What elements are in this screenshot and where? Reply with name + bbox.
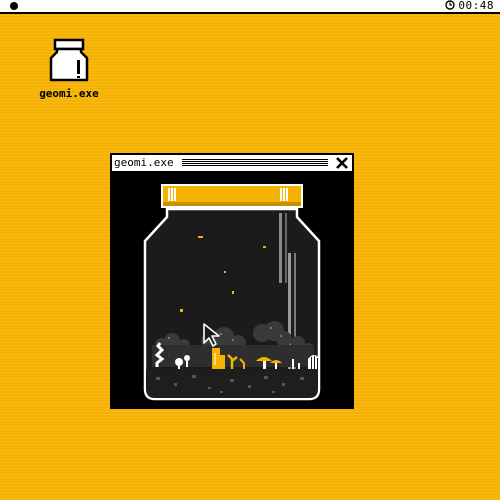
terrarium-scene bbox=[143, 184, 321, 401]
menu-bar: 00:48 bbox=[0, 0, 500, 14]
jar-lid bbox=[161, 184, 303, 208]
clock-icon bbox=[445, 0, 456, 10]
app-window: geomi.exe bbox=[110, 153, 354, 409]
flower bbox=[175, 358, 183, 366]
titlebar-stripes bbox=[182, 159, 328, 166]
yellow-crystal bbox=[220, 355, 225, 370]
window-titlebar[interactable]: geomi.exe bbox=[112, 155, 352, 173]
clock-time: 00:48 bbox=[458, 0, 494, 12]
desktop-icon-label: geomi.exe bbox=[39, 87, 99, 100]
desktop-icon-geomi[interactable]: geomi.exe bbox=[34, 38, 104, 102]
close-x-icon bbox=[336, 157, 348, 169]
soil bbox=[146, 369, 318, 398]
flower bbox=[184, 355, 190, 361]
jar-icon bbox=[49, 38, 89, 82]
close-button[interactable] bbox=[335, 156, 349, 170]
clock: 00:48 bbox=[445, 0, 494, 12]
window-title: geomi.exe bbox=[114, 155, 177, 171]
menu-dot-icon[interactable] bbox=[10, 2, 18, 10]
terrarium-view[interactable] bbox=[112, 173, 352, 407]
